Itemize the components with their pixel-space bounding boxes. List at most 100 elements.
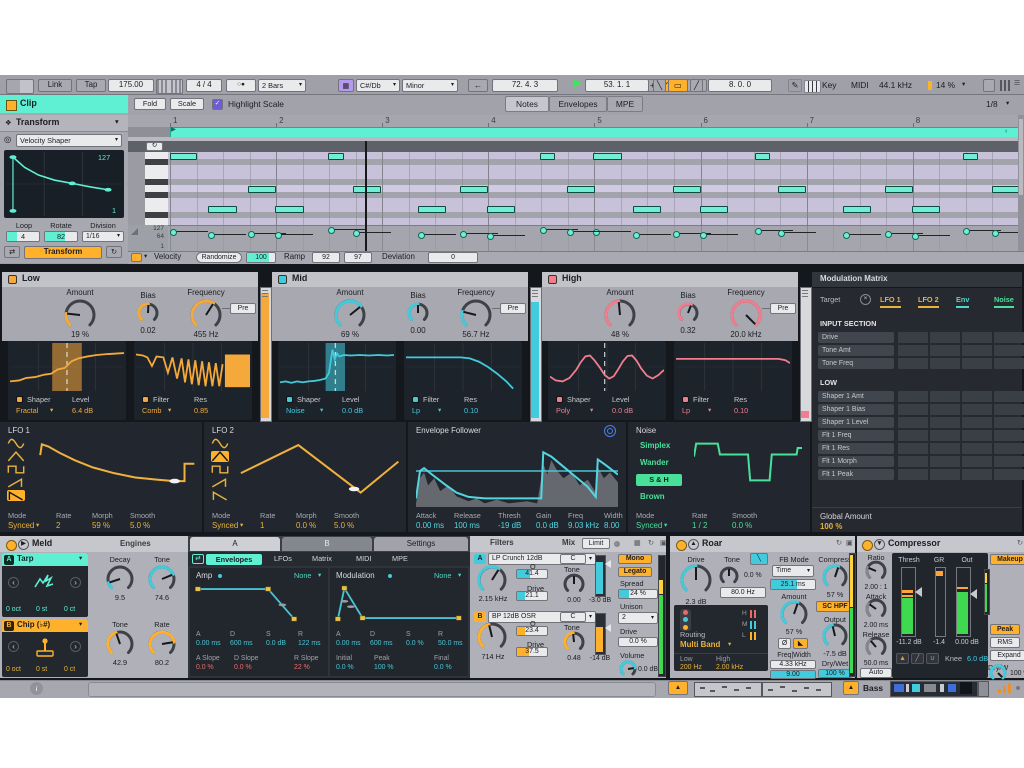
pre-button[interactable]: Pre (770, 303, 796, 314)
matrix-cell[interactable] (898, 391, 928, 402)
matrix-row-label[interactable]: Shaper 1 Level (818, 417, 894, 428)
ramp-start-field[interactable]: 92 (312, 252, 340, 263)
filter-enable-checkbox[interactable] (682, 396, 689, 403)
mod-param-value[interactable]: 0.0 % (406, 640, 424, 647)
matrix-cell[interactable] (994, 358, 1024, 369)
roar-shelf-button[interactable]: ◣ (793, 638, 808, 649)
midi-note[interactable] (170, 153, 197, 160)
filter-res-value[interactable]: 0.85 (194, 407, 208, 415)
tab-engine-b[interactable]: B (282, 537, 372, 551)
velocity-marker[interactable] (353, 230, 360, 237)
lfo-waveform-display[interactable] (236, 435, 400, 507)
tab-envelopes[interactable]: Envelopes (549, 96, 607, 112)
matrix-cell[interactable] (930, 430, 960, 441)
amp-extra-value[interactable]: 0.0 % (196, 664, 214, 671)
out-value[interactable]: 0.00 dB (952, 639, 982, 646)
matrix-cell[interactable] (994, 345, 1024, 356)
roar-fb-time-value[interactable]: 25.1 ms (770, 581, 816, 588)
roar-tone-value[interactable]: 0.0 % (744, 572, 762, 579)
engine-b-caret[interactable]: ▾ (79, 622, 82, 629)
matrix-cell[interactable] (994, 469, 1024, 480)
tab-mpe[interactable]: MPE (607, 96, 643, 112)
amount-knob[interactable] (62, 297, 98, 333)
tone-b-knob-value[interactable]: 42.9 (96, 659, 144, 667)
bias-knob[interactable] (675, 300, 701, 326)
peak-hold-icon[interactable]: ▲ (896, 653, 909, 664)
matrix-source-tab[interactable]: LFO 2 (918, 296, 939, 308)
lfo-param-value[interactable]: 0.0 % (296, 522, 316, 530)
velocity-marker[interactable] (487, 233, 494, 240)
mix-drive-field[interactable]: 0.0 % (618, 637, 658, 647)
amp-param-value[interactable]: 122 ms (298, 640, 321, 647)
transform-refresh-button[interactable]: ↻ (106, 246, 122, 258)
engine-a-next-button[interactable]: › (70, 577, 81, 588)
attack-knob[interactable] (863, 596, 889, 622)
velocity-marker[interactable] (673, 231, 680, 238)
key-map-button[interactable]: Key (822, 81, 836, 90)
matrix-cell[interactable] (898, 417, 928, 428)
midi-note[interactable] (843, 206, 871, 213)
matrix-cell[interactable] (994, 443, 1024, 454)
triangle-wave-icon[interactable] (211, 451, 229, 462)
tone-b-knob[interactable] (104, 628, 136, 660)
engine-b-oscillator-menu[interactable]: Chip (♭#) (17, 621, 50, 629)
shaper-enable-checkbox[interactable] (286, 396, 293, 403)
rms-mode-button[interactable]: RMS (990, 637, 1020, 648)
matrix-cell[interactable] (930, 358, 960, 369)
shaper-type-menu[interactable]: Noise (286, 407, 305, 415)
filter-res-value[interactable]: 0.10 (734, 407, 748, 415)
filter-b-q-value[interactable]: 23.4 (516, 627, 548, 634)
matrix-cell[interactable] (930, 332, 960, 343)
rate-b-knob[interactable] (146, 628, 178, 660)
shaper-enable-checkbox[interactable] (556, 396, 563, 403)
highlight-scale-checkbox[interactable]: ✓ (212, 99, 223, 110)
decay-knob[interactable] (104, 563, 136, 595)
velocity-marker[interactable] (540, 227, 547, 234)
lane-color-button[interactable] (131, 253, 142, 262)
scale-name-menu[interactable]: Minor▾ (402, 79, 458, 92)
time-signature-field[interactable]: 4 / 4 (186, 79, 222, 92)
subtab-envelopes[interactable]: Envelopes (206, 554, 262, 565)
rate-b-knob-value[interactable]: 80.2 (138, 659, 186, 667)
ramp-end-field[interactable]: 97 (344, 252, 372, 263)
band-enable-checkbox[interactable] (278, 275, 287, 284)
noise-display[interactable] (694, 435, 802, 507)
spread-value[interactable]: 24 % (618, 590, 658, 597)
matrix-cell[interactable] (962, 430, 992, 441)
subtab-mpe[interactable]: MPE (392, 555, 408, 563)
roar-device-title[interactable]: Roar (702, 539, 722, 548)
tone-a-knob[interactable] (146, 563, 178, 595)
engine-a-prev-button[interactable]: ‹ (8, 577, 19, 588)
rotate-value[interactable]: 82 (44, 233, 78, 241)
mod-extra-value[interactable]: 0.0 % (434, 664, 452, 671)
meld-fold-button[interactable]: ▶ (18, 539, 29, 550)
matrix-cell[interactable] (930, 404, 960, 415)
roar-routing-menu[interactable]: Multi Band (680, 641, 720, 649)
velocity-marker[interactable] (912, 233, 919, 240)
matrix-cell[interactable] (930, 345, 960, 356)
mix-b-tone-knob[interactable] (561, 629, 587, 655)
noise-param-value[interactable]: 1 / 2 (692, 522, 707, 530)
engine-a-st[interactable]: 0 st (36, 606, 47, 613)
matrix-cell[interactable] (994, 332, 1024, 343)
shaper-level-value[interactable]: 0.0 dB (612, 407, 633, 415)
shaper-type-caret[interactable]: ▾ (320, 408, 323, 415)
peak-mode-button[interactable]: Peak (990, 624, 1020, 635)
mod-param-value[interactable]: 0.00 ms (336, 640, 361, 647)
noise-type-option[interactable]: Brown (640, 493, 665, 501)
velocity-marker[interactable] (460, 231, 467, 238)
midi-note[interactable] (460, 186, 488, 193)
midi-note[interactable] (275, 206, 304, 213)
grid-interval-value[interactable]: 1/8 (986, 100, 998, 109)
matrix-source-tab[interactable]: Env (956, 296, 969, 308)
shaper-type-menu[interactable]: Poly (556, 407, 570, 415)
frequency-knob[interactable] (728, 297, 764, 333)
env-param-value[interactable]: -19 dB (498, 522, 521, 530)
matrix-cell[interactable] (962, 443, 992, 454)
matrix-row-label[interactable]: Tone Amt (818, 345, 894, 356)
fold-button[interactable]: Fold (134, 98, 166, 110)
matrix-cell[interactable] (930, 443, 960, 454)
matrix-row-label[interactable]: Flt 1 Freq (818, 430, 894, 441)
filter-type-caret[interactable]: ▾ (168, 408, 171, 415)
roar-save-icon[interactable]: ▣ (846, 539, 853, 547)
